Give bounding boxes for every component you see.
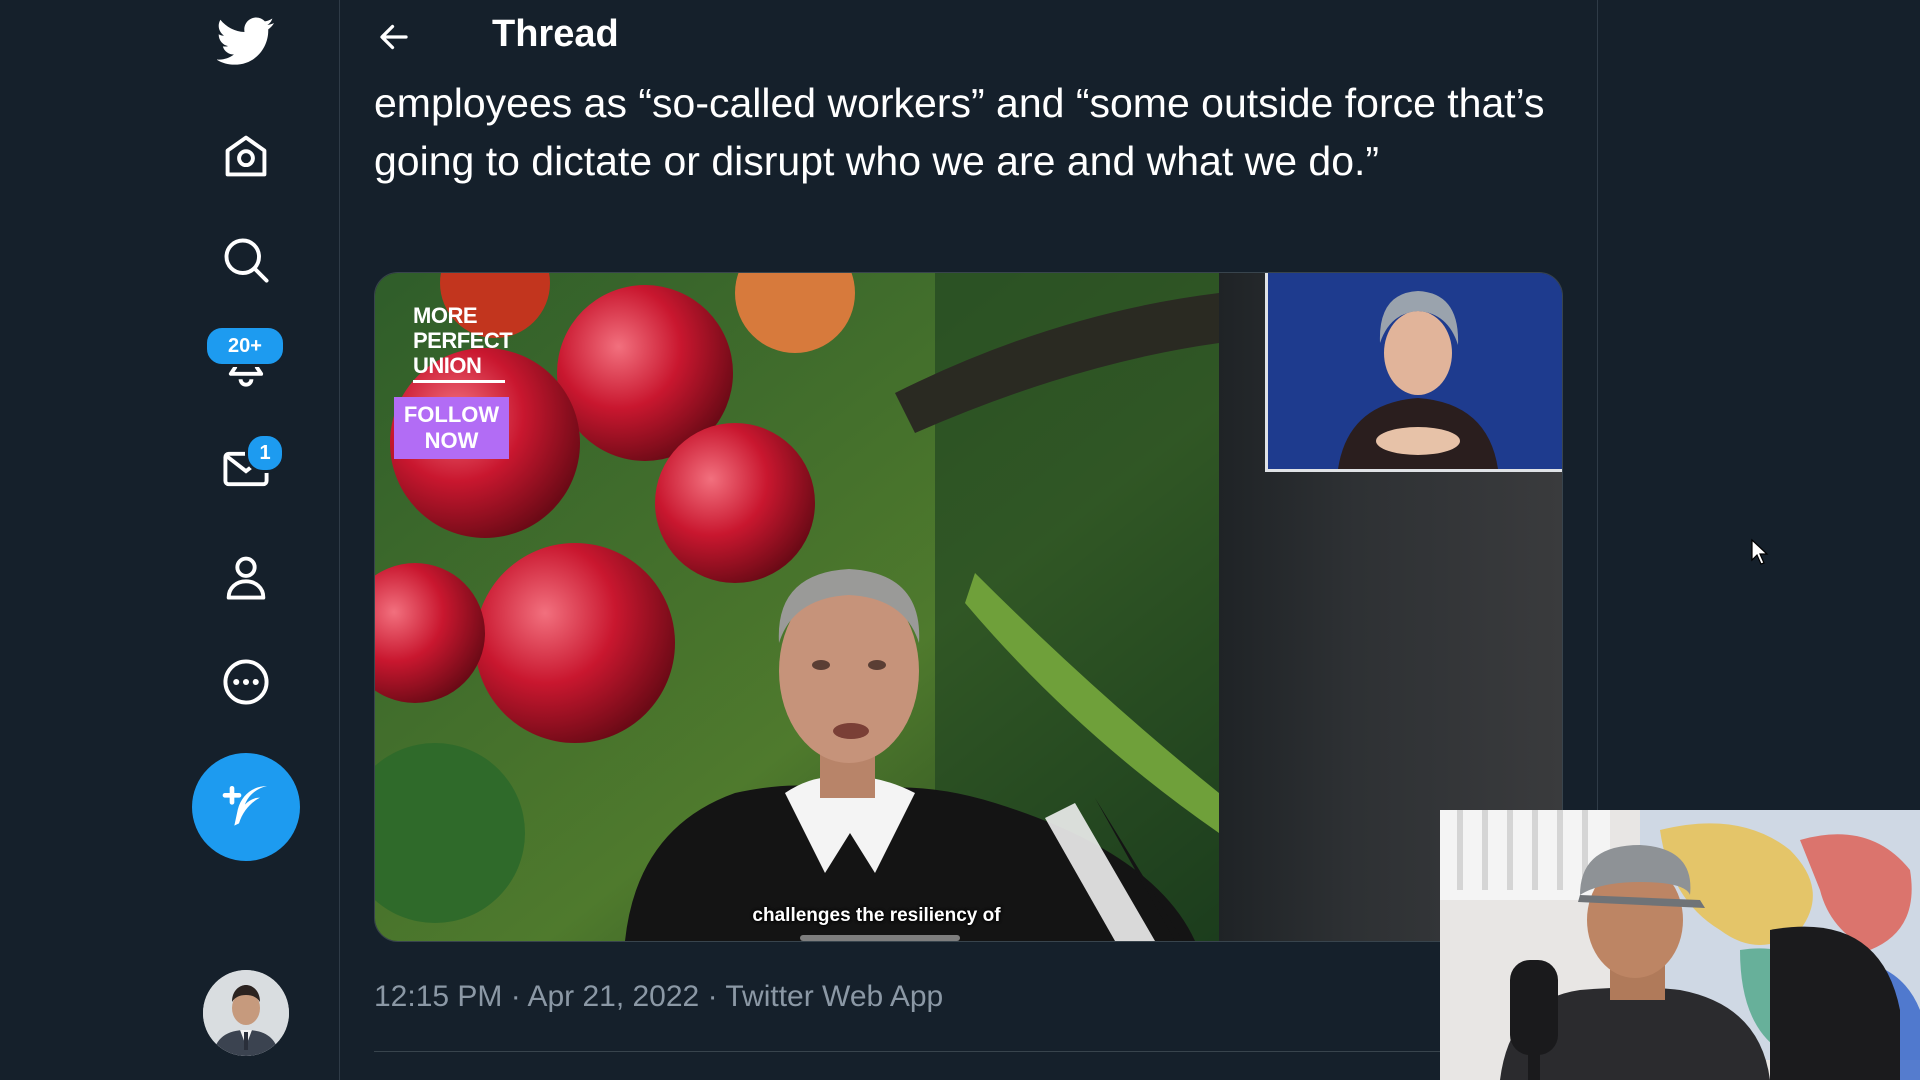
tweet-text: employees as “so-called workers” and “so… [374, 80, 1545, 184]
mouse-cursor-icon [1751, 538, 1769, 565]
search-icon [224, 238, 269, 283]
compose-tweet-icon [222, 786, 267, 826]
tweet-source[interactable]: Twitter Web App [725, 980, 943, 1013]
sidebar-item-home[interactable] [209, 119, 283, 193]
logo-divider [413, 380, 505, 383]
sidebar-item-more[interactable] [209, 645, 283, 719]
sidebar-nav: 20+ 1 [0, 0, 340, 1080]
more-perfect-union-logo: MORE PERFECT UNION [413, 303, 513, 378]
compose-tweet-button[interactable] [192, 753, 300, 861]
notifications-badge: 20+ [204, 325, 286, 367]
sidebar-item-profile[interactable] [209, 540, 283, 614]
twitter-logo-icon[interactable] [209, 4, 283, 78]
video-frame: MORE PERFECT UNION FOLLOW NOW [375, 273, 1219, 941]
thread-header: Thread [339, 0, 1597, 70]
app-window: 20+ 1 Thread employees as “so-called wor… [0, 0, 1920, 1080]
messages-badge: 1 [245, 433, 285, 473]
caption-next-line [800, 935, 960, 941]
tweet-metadata: 12:15 PM · Apr 21, 2022 · Twitter Web Ap… [374, 980, 943, 1014]
follow-now-button[interactable]: FOLLOW NOW [394, 397, 509, 459]
thread-column: Thread employees as “so-called workers” … [339, 0, 1598, 1080]
tweet-video[interactable]: MORE PERFECT UNION FOLLOW NOW challenges th… [374, 272, 1563, 942]
webcam-overlay [1440, 810, 1920, 1080]
divider [374, 1051, 1562, 1052]
meta-separator: · [502, 980, 528, 1013]
back-arrow-icon [380, 24, 408, 50]
video-caption: challenges the resiliency of [752, 905, 1001, 926]
sidebar-item-explore[interactable] [209, 223, 283, 297]
back-button[interactable] [369, 12, 419, 62]
tweet-date[interactable]: Apr 21, 2022 [527, 980, 699, 1013]
account-avatar[interactable] [203, 970, 289, 1056]
page-title: Thread [492, 13, 619, 55]
sign-language-interpreter [1265, 273, 1562, 472]
meta-separator-2: · [699, 980, 726, 1013]
more-circle-icon [223, 659, 269, 705]
home-icon [225, 135, 267, 177]
person-icon [226, 556, 266, 600]
tweet-time[interactable]: 12:15 PM [374, 980, 502, 1013]
